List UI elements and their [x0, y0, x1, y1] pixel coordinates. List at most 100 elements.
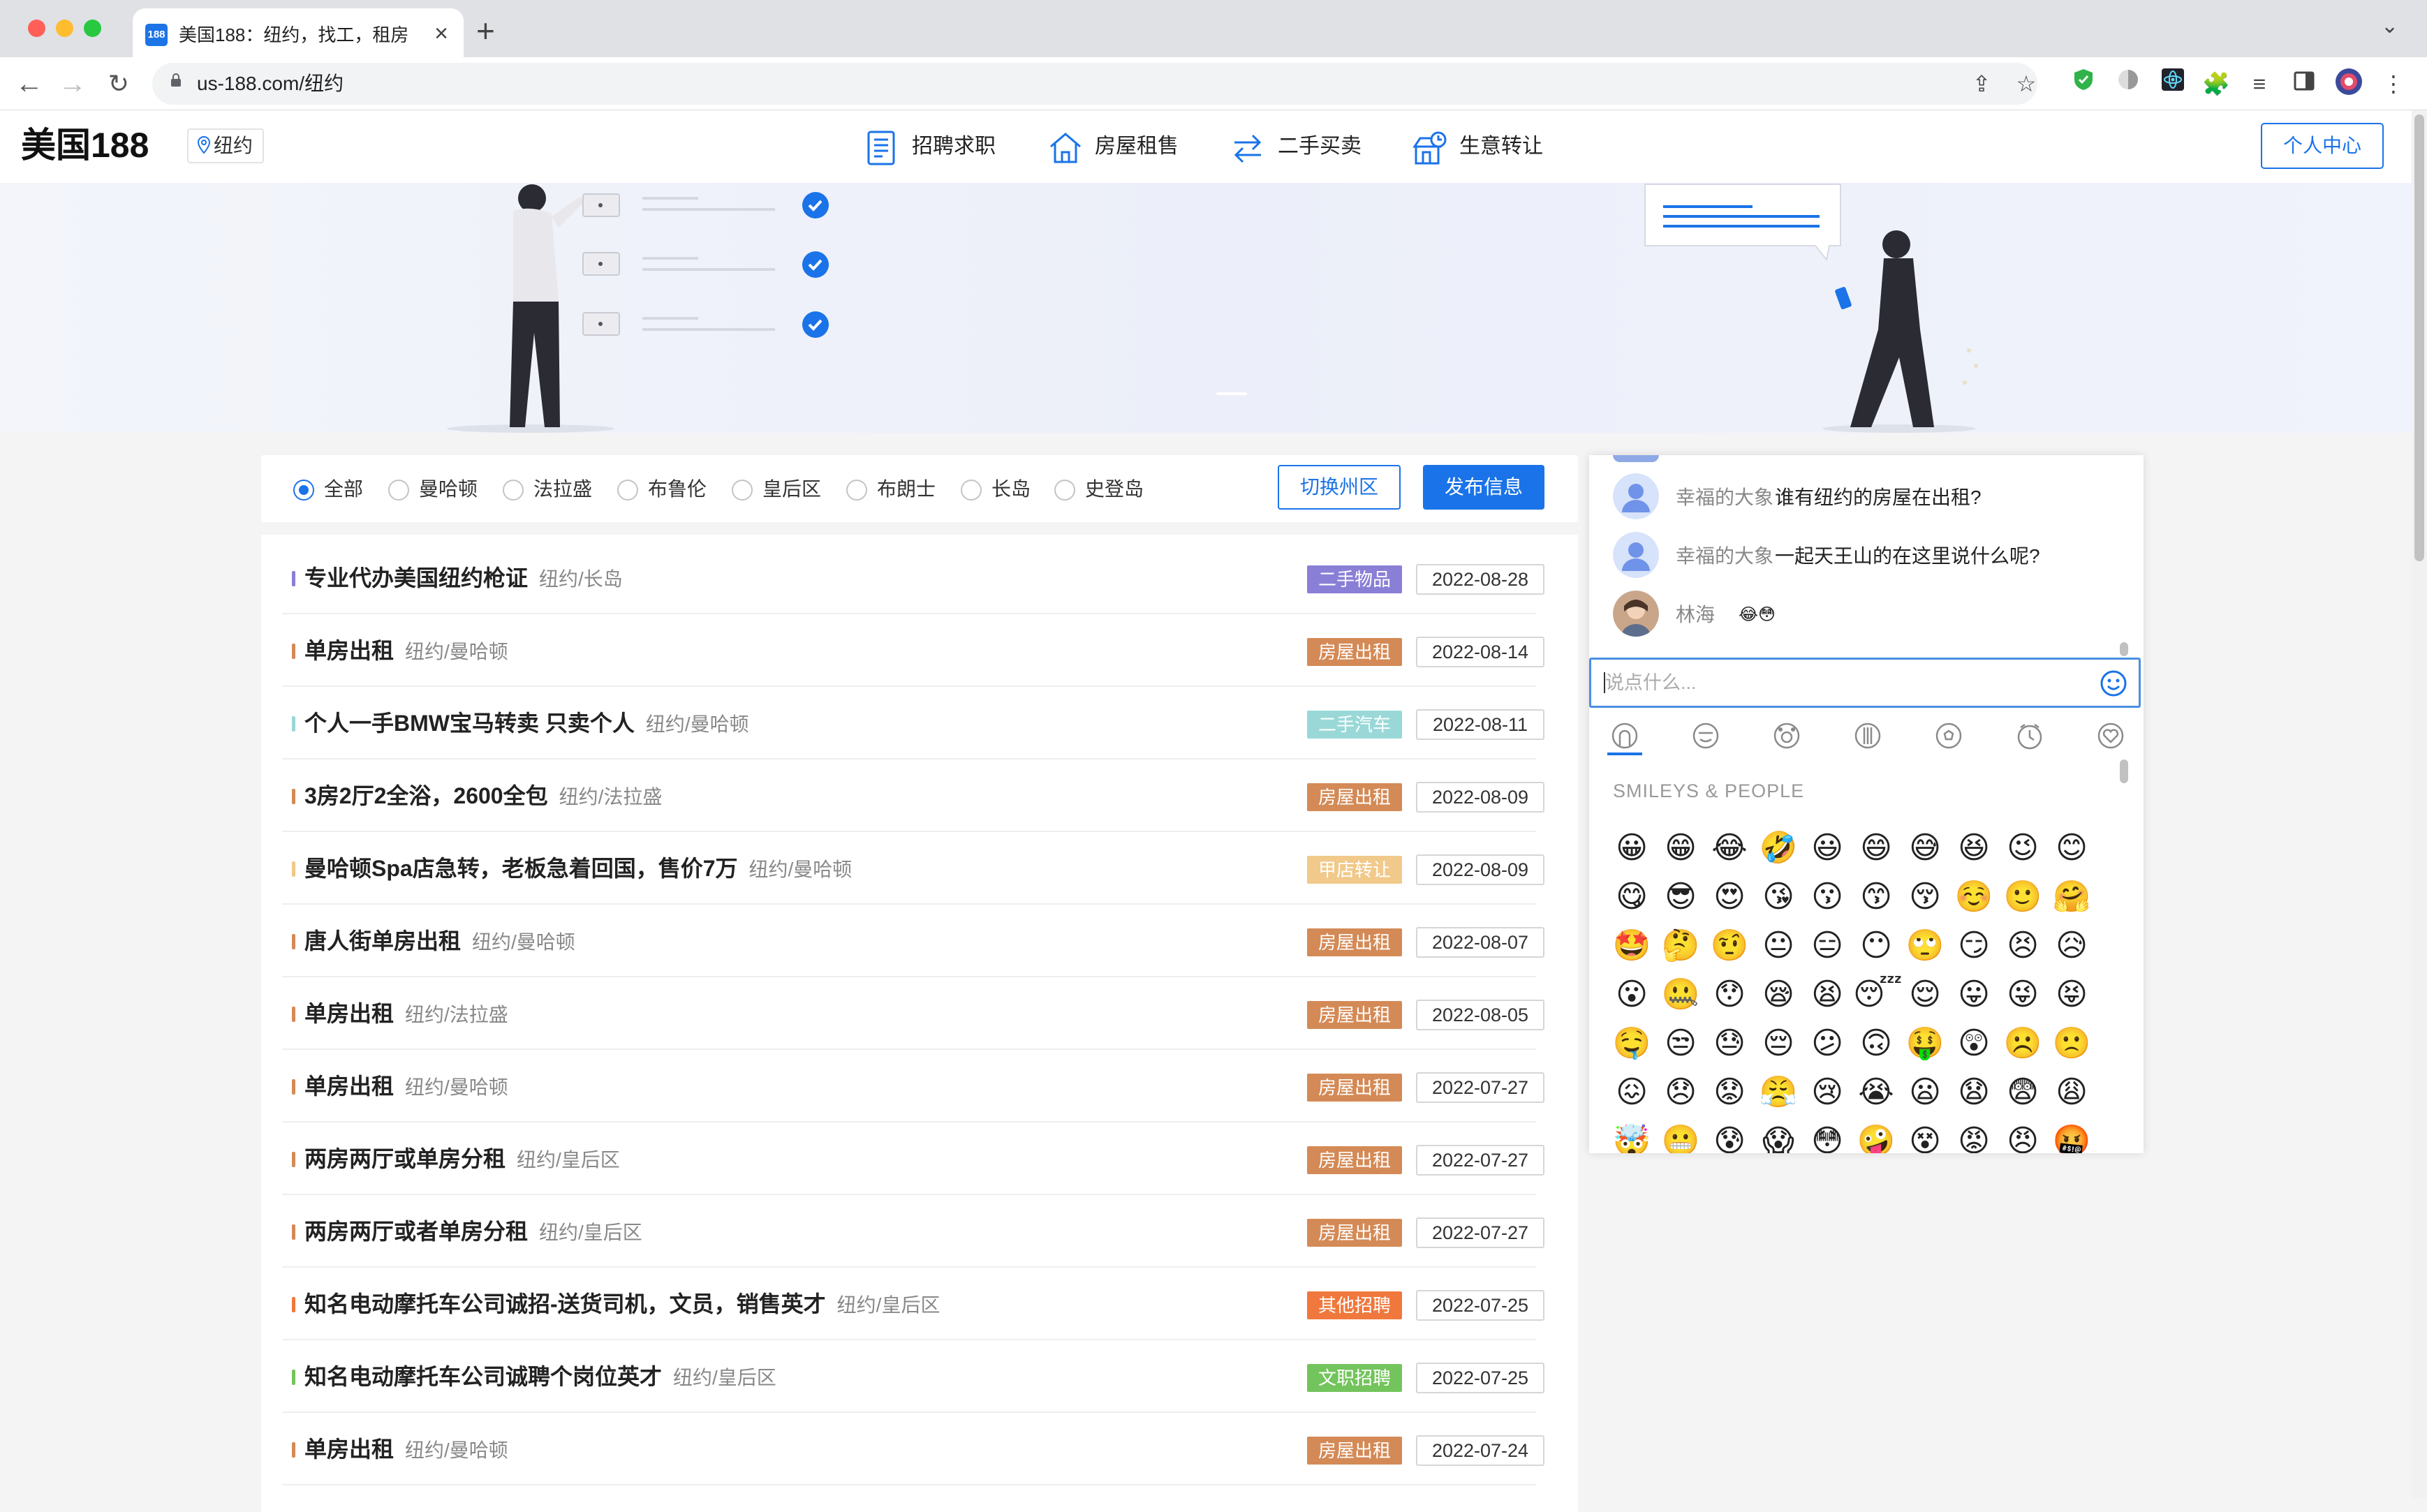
emoji-button[interactable]: 😮 — [1609, 972, 1655, 1018]
listing-row[interactable]: 两房两厅或单房分租 纽约/皇后区 房屋出租 2022-07-27 — [282, 1122, 1544, 1195]
emoji-cat-food-icon[interactable] — [1850, 720, 1885, 755]
region-radio-long-island[interactable]: 长岛 — [961, 478, 1031, 501]
emoji-button[interactable]: 😂 — [1706, 825, 1753, 871]
listing-title[interactable]: 单房出租 — [304, 1001, 394, 1026]
listing-category-tag[interactable]: 其他招聘 — [1307, 1291, 1402, 1319]
listing-title-line[interactable]: 知名电动摩托车公司诚聘个岗位英才 纽约/皇后区 — [304, 1363, 776, 1392]
listing-title-line[interactable]: 唐人街单房出租 纽约/曼哈顿 — [304, 927, 575, 956]
address-bar[interactable]: us-188.com/纽约 — [152, 63, 2037, 105]
switch-state-button[interactable]: 切换州区 — [1278, 465, 1401, 510]
listing-row[interactable]: 专业代办美国纽约枪证 纽约/长岛 二手物品 2022-08-28 — [282, 542, 1544, 614]
emoji-button[interactable]: 😑 — [1804, 923, 1850, 969]
listing-title-line[interactable]: 专业代办美国纽约枪证 纽约/长岛 — [304, 564, 623, 593]
listing-title[interactable]: 个人一手BMW宝马转卖 只卖个人 — [304, 711, 635, 736]
emoji-button[interactable]: 😴 — [1853, 972, 1903, 1018]
post-info-button[interactable]: 发布信息 — [1423, 465, 1544, 510]
region-radio-all[interactable]: 全部 — [293, 478, 363, 501]
emoji-button[interactable]: 😨 — [2000, 1069, 2046, 1116]
listing-title-line[interactable]: 单房出租 纽约/曼哈顿 — [304, 1435, 508, 1465]
emoji-button[interactable]: 😎 — [1658, 874, 1704, 920]
listing-title[interactable]: 单房出租 — [304, 1074, 394, 1099]
listing-title[interactable]: 单房出租 — [304, 638, 394, 663]
emoji-button[interactable]: 😳 — [1804, 1118, 1850, 1153]
listing-title-line[interactable]: 两房两厅或单房分租 纽约/皇后区 — [304, 1145, 620, 1174]
emoji-button[interactable]: ☹️ — [2000, 1021, 2046, 1067]
listing-row[interactable]: 两房两厅或者单房分租 纽约/皇后区 房屋出租 2022-07-27 — [282, 1195, 1544, 1268]
emoji-button[interactable]: 😟 — [1706, 1069, 1753, 1116]
emoji-button[interactable]: 😍 — [1706, 874, 1753, 920]
emoji-button[interactable]: 😦 — [1902, 1069, 1948, 1116]
emoji-button[interactable]: 😪 — [1755, 972, 1801, 1018]
emoji-button[interactable]: 😁 — [1658, 825, 1704, 871]
window-minimize-button[interactable] — [56, 20, 73, 37]
emoji-button[interactable]: 🤬 — [2049, 1118, 2095, 1153]
listing-title[interactable]: 知名电动摩托车公司诚聘个岗位英才 — [304, 1364, 662, 1389]
emoji-scrollbar[interactable] — [2117, 759, 2131, 1153]
chat-scrollbar[interactable] — [2117, 455, 2131, 658]
emoji-button[interactable]: 🤑 — [1902, 1021, 1948, 1067]
chat-input[interactable]: 说点什么... — [1589, 658, 2141, 708]
emoji-button[interactable]: 😔 — [1755, 1021, 1801, 1067]
emoji-button[interactable]: 😘 — [1755, 874, 1801, 920]
listing-category-tag[interactable]: 房屋出租 — [1307, 1074, 1402, 1102]
emoji-button[interactable]: 😥 — [2049, 923, 2095, 969]
emoji-button[interactable]: 😲 — [1951, 1021, 1997, 1067]
listing-row[interactable]: 3房2厅2全浴，2600全包 纽约/法拉盛 房屋出租 2022-08-09 — [282, 759, 1544, 832]
region-radio-flushing[interactable]: 法拉盛 — [503, 478, 592, 501]
profile-avatar-icon[interactable] — [2332, 67, 2366, 101]
back-icon[interactable]: ← — [11, 66, 47, 102]
tab-close-icon[interactable]: × — [426, 18, 457, 49]
emoji-toggle-icon[interactable] — [2100, 669, 2127, 697]
region-radio-bronx[interactable]: 布朗士 — [846, 478, 936, 501]
shield-icon[interactable] — [2067, 67, 2100, 101]
listing-title[interactable]: 知名电动摩托车公司诚招-送货司机，文员，销售英才 — [304, 1291, 826, 1317]
page-scrollbar[interactable] — [2412, 110, 2427, 1498]
emoji-button[interactable]: 😀 — [1609, 825, 1655, 871]
emoji-button[interactable]: 😆 — [1951, 825, 1997, 871]
user-center-button[interactable]: 个人中心 — [2261, 123, 2384, 169]
region-radio-brooklyn[interactable]: 布鲁伦 — [617, 478, 707, 501]
listing-title[interactable]: 两房两厅或单房分租 — [304, 1146, 506, 1171]
emoji-button[interactable]: 😊 — [2049, 825, 2095, 871]
listing-category-tag[interactable]: 房屋出租 — [1307, 1219, 1402, 1247]
listing-category-tag[interactable]: 房屋出租 — [1307, 1146, 1402, 1174]
emoji-button[interactable]: 😅 — [1902, 825, 1948, 871]
emoji-button[interactable]: 🙄 — [1902, 923, 1948, 969]
emoji-cat-animal-icon[interactable] — [1769, 720, 1804, 755]
listing-row[interactable]: 曼哈顿Spa店急转，老板急着回国，售价7万 纽约/曼哈顿 甲店转让 2022-08-0… — [282, 832, 1544, 905]
kebab-menu-icon[interactable]: ⋮ — [2377, 67, 2410, 101]
sidebar-icon[interactable] — [2287, 67, 2321, 101]
emoji-button[interactable]: 🙃 — [1853, 1021, 1899, 1067]
nav-business[interactable]: 生意转让 — [1412, 127, 1551, 166]
emoji-button[interactable]: 🤨 — [1706, 923, 1753, 969]
emoji-button[interactable]: 😢 — [1804, 1069, 1850, 1116]
emoji-button[interactable]: 😬 — [1658, 1118, 1704, 1153]
emoji-button[interactable]: 🤯 — [1609, 1118, 1655, 1153]
emoji-button[interactable]: 😗 — [1804, 874, 1850, 920]
listing-row[interactable]: 单房出租 纽约/曼哈顿 房屋出租 2022-07-24 — [282, 1413, 1544, 1485]
emoji-button[interactable]: 😩 — [2049, 1069, 2095, 1116]
listing-row[interactable]: 单房出租 纽约/曼哈顿 房屋出租 2022-07-27 — [282, 1050, 1544, 1122]
listing-category-tag[interactable]: 房屋出租 — [1307, 1437, 1402, 1465]
emoji-cat-ball-icon[interactable] — [1931, 720, 1966, 755]
emoji-button[interactable]: 😧 — [1951, 1069, 1997, 1116]
extension-icon[interactable] — [2111, 67, 2145, 101]
emoji-button[interactable]: 😓 — [1706, 1021, 1753, 1067]
emoji-button[interactable]: 😰 — [1706, 1118, 1753, 1153]
emoji-button[interactable]: 🙁 — [2049, 1021, 2095, 1067]
listing-row[interactable]: 知名电动摩托车公司诚招-送货司机，文员，销售英才 纽约/皇后区 其他招聘 2022-0… — [282, 1268, 1544, 1340]
listing-title-line[interactable]: 单房出租 纽约/曼哈顿 — [304, 1072, 508, 1102]
emoji-button[interactable]: 😯 — [1706, 972, 1753, 1018]
listing-title-line[interactable]: 单房出租 纽约/法拉盛 — [304, 1000, 508, 1029]
listing-title[interactable]: 两房两厅或者单房分租 — [304, 1219, 528, 1244]
listing-category-tag[interactable]: 房屋出租 — [1307, 783, 1402, 811]
emoji-cat-people-icon[interactable] — [1607, 720, 1642, 755]
emoji-button[interactable]: 😱 — [1755, 1118, 1801, 1153]
listing-title[interactable]: 3房2厅2全浴，2600全包 — [304, 783, 548, 808]
nav-housing[interactable]: 房屋租售 — [1047, 127, 1187, 166]
emoji-button[interactable]: 😝 — [2049, 972, 2095, 1018]
window-maximize-button[interactable] — [84, 20, 101, 37]
listing-title[interactable]: 唐人街单房出租 — [304, 928, 461, 954]
location-selector[interactable]: 纽约 — [187, 128, 265, 163]
star-icon[interactable]: ☆ — [2009, 67, 2043, 101]
